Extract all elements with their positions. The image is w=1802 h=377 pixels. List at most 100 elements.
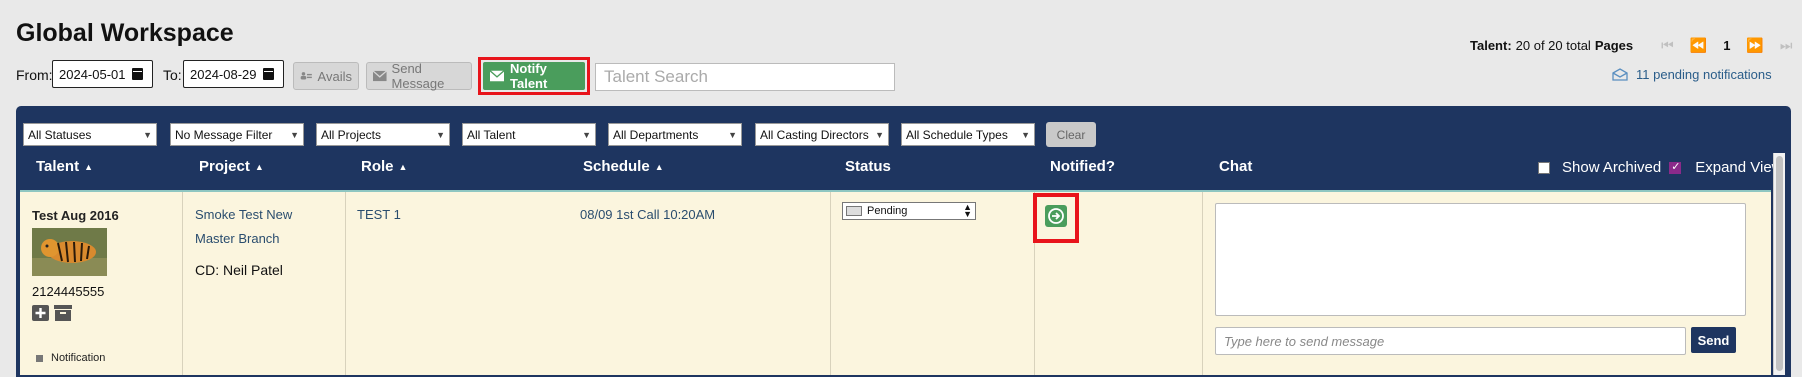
add-icon[interactable]	[32, 305, 49, 321]
column-header-notified: Notified?	[1050, 158, 1115, 175]
schedule-link[interactable]: 08/09 1st Call 10:20AM	[580, 207, 715, 222]
envelope-icon	[490, 70, 504, 82]
schedule-type-filter[interactable]: All Schedule Types ▼	[901, 123, 1035, 146]
notified-header-label: Notified?	[1050, 158, 1115, 175]
chevron-down-icon: ▼	[436, 129, 445, 140]
notification-label: Notification	[51, 352, 106, 364]
page-title: Global Workspace	[16, 19, 234, 47]
prev-page-icon[interactable]: ⏪	[1690, 37, 1707, 54]
pending-notifications-text: 11 pending notifications	[1636, 67, 1772, 82]
sort-icon: ▲	[84, 161, 93, 172]
chevron-down-icon: ▼	[728, 129, 737, 140]
last-page-icon[interactable]: ⏭	[1780, 37, 1793, 54]
chat-header-label: Chat	[1219, 158, 1253, 175]
talent-phone: 2124445555	[32, 284, 105, 299]
project-header-label: Project	[199, 158, 250, 175]
role-link[interactable]: TEST 1	[357, 207, 401, 222]
expand-view-checkbox[interactable]	[1669, 160, 1682, 174]
calendar-icon	[131, 68, 143, 80]
talent-search-input[interactable]: Talent Search	[595, 63, 895, 91]
column-header-role[interactable]: Role ▲	[361, 158, 407, 175]
send-chat-button[interactable]: Send	[1691, 327, 1736, 353]
send-message-button[interactable]: Send Message	[366, 61, 472, 91]
status-filter[interactable]: All Statuses ▼	[23, 123, 157, 146]
project-filter-value: All Projects	[321, 127, 382, 142]
chat-message-input[interactable]: Type here to send message	[1215, 327, 1686, 355]
notify-talent-button[interactable]: Notify Talent	[483, 61, 585, 91]
pending-notifications-link[interactable]: 11 pending notifications	[1612, 67, 1772, 82]
status-icon	[846, 206, 862, 216]
talent-count-label: Talent:	[1470, 38, 1512, 53]
notification-indicator: Notification	[36, 352, 105, 364]
talent-filter-value: All Talent	[467, 127, 516, 142]
chat-message-placeholder: Type here to send message	[1224, 333, 1385, 349]
role-header-label: Role	[361, 158, 394, 175]
talent-photo[interactable]	[32, 228, 107, 276]
status-select[interactable]: Pending ▲ ▼	[842, 202, 976, 220]
clear-filters-button[interactable]: Clear	[1046, 122, 1096, 147]
sort-icon: ▲	[654, 161, 664, 172]
square-icon	[36, 354, 43, 362]
talent-filter[interactable]: All Talent ▼	[462, 123, 596, 146]
status-value: Pending	[867, 205, 908, 217]
vertical-scrollbar[interactable]	[1773, 153, 1785, 375]
archive-icon[interactable]	[54, 305, 72, 321]
sort-icon: ▲	[254, 161, 264, 172]
project-line1[interactable]: Smoke Test New	[195, 207, 292, 222]
message-filter-value: No Message Filter	[175, 127, 273, 142]
chevron-down-icon: ▼	[1021, 129, 1030, 140]
next-page-icon[interactable]: ⏩	[1746, 37, 1763, 54]
casting-director-filter-value: All Casting Directors	[760, 127, 869, 142]
from-date-value: 2024-05-01	[59, 66, 126, 82]
project-line2[interactable]: Master Branch	[195, 231, 280, 246]
sort-icon: ▲	[398, 161, 408, 172]
current-page[interactable]: 1	[1723, 38, 1730, 53]
pager: Talent: 20 of 20 total Pages ⏮ ⏪ 1 ⏩ ⏭	[1470, 37, 1792, 54]
chevron-down-icon: ▼	[143, 129, 152, 140]
pages-label: Pages	[1594, 38, 1634, 53]
chat-history	[1215, 203, 1746, 316]
calendar-icon	[262, 68, 274, 80]
project-filter[interactable]: All Projects ▼	[316, 123, 450, 146]
avails-button[interactable]: Avails	[293, 62, 359, 90]
casting-director-filter[interactable]: All Casting Directors ▼	[755, 123, 889, 146]
scrollbar-thumb[interactable]	[1776, 156, 1783, 371]
users-icon	[300, 72, 312, 80]
send-notification-icon[interactable]	[1045, 205, 1067, 227]
status-filter-value: All Statuses	[28, 127, 92, 142]
to-date-value: 2024-08-29	[190, 66, 257, 82]
view-options: Show Archived Expand View	[1538, 159, 1783, 176]
first-page-icon[interactable]: ⏮	[1661, 37, 1674, 54]
column-header-chat: Chat	[1219, 158, 1252, 175]
status-header-label: Status	[845, 158, 891, 175]
to-date-input[interactable]: 2024-08-29	[183, 60, 284, 88]
expand-view-label: Expand View	[1695, 159, 1783, 176]
department-filter-value: All Departments	[613, 127, 699, 142]
send-message-label: Send Message	[391, 61, 445, 91]
column-header-schedule[interactable]: Schedule ▲	[583, 158, 664, 175]
notify-talent-highlight: Notify Talent	[478, 57, 590, 95]
show-archived-label: Show Archived	[1562, 159, 1662, 176]
chevron-down-icon: ▼	[290, 129, 299, 140]
casting-director: CD: Neil Patel	[195, 262, 283, 278]
updown-icon: ▲ ▼	[963, 202, 972, 219]
show-archived-checkbox[interactable]	[1538, 161, 1550, 174]
talent-name[interactable]: Test Aug 2016	[32, 208, 119, 223]
schedule-type-filter-value: All Schedule Types	[906, 127, 1008, 142]
column-header-status: Status	[845, 158, 891, 175]
envelope-icon	[373, 70, 387, 82]
message-filter[interactable]: No Message Filter ▼	[170, 123, 304, 146]
column-header-talent[interactable]: Talent ▲	[36, 158, 93, 175]
schedule-header-label: Schedule	[583, 158, 650, 175]
to-label: To:	[163, 67, 182, 83]
mail-open-icon	[1612, 68, 1628, 81]
from-date-input[interactable]: 2024-05-01	[52, 60, 153, 88]
notify-talent-label: Notify Talent	[510, 61, 548, 91]
talent-count-text: 20 of 20 total	[1515, 38, 1591, 53]
talent-search-placeholder: Talent Search	[604, 67, 708, 86]
talent-header-label: Talent	[36, 158, 80, 175]
from-label: From:	[16, 67, 53, 83]
avails-label: Avails	[317, 68, 352, 84]
column-header-project[interactable]: Project ▲	[199, 158, 264, 175]
department-filter[interactable]: All Departments ▼	[608, 123, 742, 146]
